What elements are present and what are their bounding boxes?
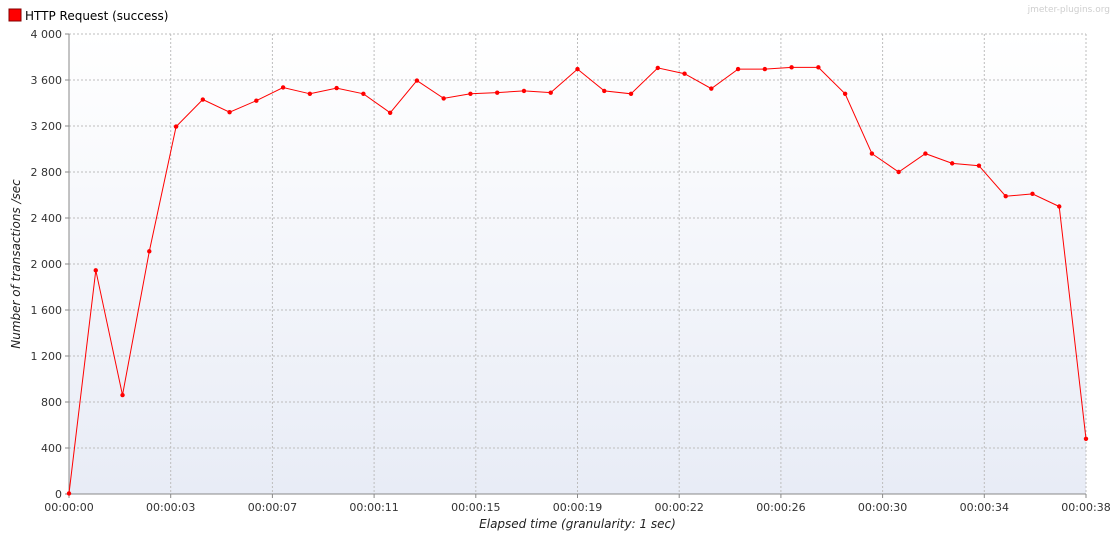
data-point (147, 249, 152, 254)
y-tick-label: 2 800 (31, 166, 63, 179)
data-point (495, 90, 500, 95)
y-tick-label: 1 600 (31, 304, 63, 317)
data-point (387, 110, 393, 115)
data-point (1083, 436, 1089, 441)
data-point (200, 97, 206, 102)
data-point (414, 78, 420, 83)
data-point (280, 85, 286, 90)
x-axis-title: Elapsed time (granularity: 1 sec) (479, 517, 676, 531)
data-point (93, 268, 98, 273)
y-tick-label: 3 600 (31, 74, 63, 87)
data-point (66, 491, 72, 496)
y-tick-label: 800 (41, 396, 62, 409)
data-point (628, 91, 634, 97)
legend: HTTP Request (success) (8, 8, 168, 23)
data-point (602, 88, 607, 94)
line-chart: jmeter-plugins.org HTTP Request (success… (8, 5, 1111, 531)
y-tick-label: 0 (55, 488, 62, 501)
data-point (869, 151, 875, 156)
data-point (120, 392, 125, 398)
y-axis-ticks: 0 400 800 1 200 1 600 2 000 2 400 2 800 3 200 3 6… (31, 28, 69, 501)
y-tick-label: 1 200 (31, 350, 63, 363)
x-tick-label: 00:00:30 (858, 501, 907, 514)
data-point (735, 66, 741, 72)
data-point (842, 91, 848, 97)
data-point (307, 91, 313, 97)
data-point (762, 66, 768, 72)
y-tick-label: 2 400 (31, 212, 63, 225)
x-tick-label: 00:00:38 (1061, 501, 1110, 514)
data-point (923, 151, 928, 156)
data-point (1030, 191, 1035, 197)
data-point (789, 65, 794, 70)
data-point (468, 91, 473, 97)
legend-label: HTTP Request (success) (25, 9, 168, 23)
data-point (227, 110, 232, 115)
x-tick-label: 00:00:34 (960, 501, 1009, 514)
data-point (575, 66, 580, 72)
data-point (816, 65, 821, 70)
chart-container: jmeter-plugins.org HTTP Request (success… (0, 0, 1115, 540)
x-tick-label: 00:00:19 (553, 501, 602, 514)
legend-swatch (8, 8, 22, 22)
data-point (441, 96, 446, 101)
data-point (1057, 204, 1062, 209)
data-point (334, 85, 339, 91)
data-point (254, 98, 259, 103)
data-point (1003, 193, 1008, 199)
data-point (521, 88, 527, 94)
watermark-text: jmeter-plugins.org (1027, 5, 1110, 15)
x-tick-label: 00:00:15 (451, 501, 500, 514)
data-point (709, 86, 714, 91)
data-point (548, 90, 553, 95)
data-point (655, 65, 660, 71)
data-point (976, 163, 982, 168)
data-point (682, 71, 687, 76)
x-tick-label: 00:00:03 (146, 501, 195, 514)
data-point (949, 161, 955, 166)
x-tick-label: 00:00:00 (44, 501, 93, 514)
data-point (173, 124, 179, 129)
y-tick-label: 2 000 (31, 258, 63, 271)
x-tick-label: 00:00:11 (349, 501, 398, 514)
x-tick-label: 00:00:26 (756, 501, 805, 514)
data-point (896, 169, 901, 175)
data-point (361, 91, 366, 97)
x-tick-label: 00:00:22 (654, 501, 703, 514)
y-axis-title: Number of transactions /sec (9, 179, 23, 349)
y-tick-label: 400 (41, 442, 62, 455)
y-tick-label: 4 000 (31, 28, 63, 41)
x-tick-label: 00:00:07 (248, 501, 297, 514)
x-axis-ticks: 00:00:00 00:00:03 00:00:07 00:00:11 00:00:15… (44, 494, 1111, 514)
y-tick-label: 3 200 (31, 120, 63, 133)
